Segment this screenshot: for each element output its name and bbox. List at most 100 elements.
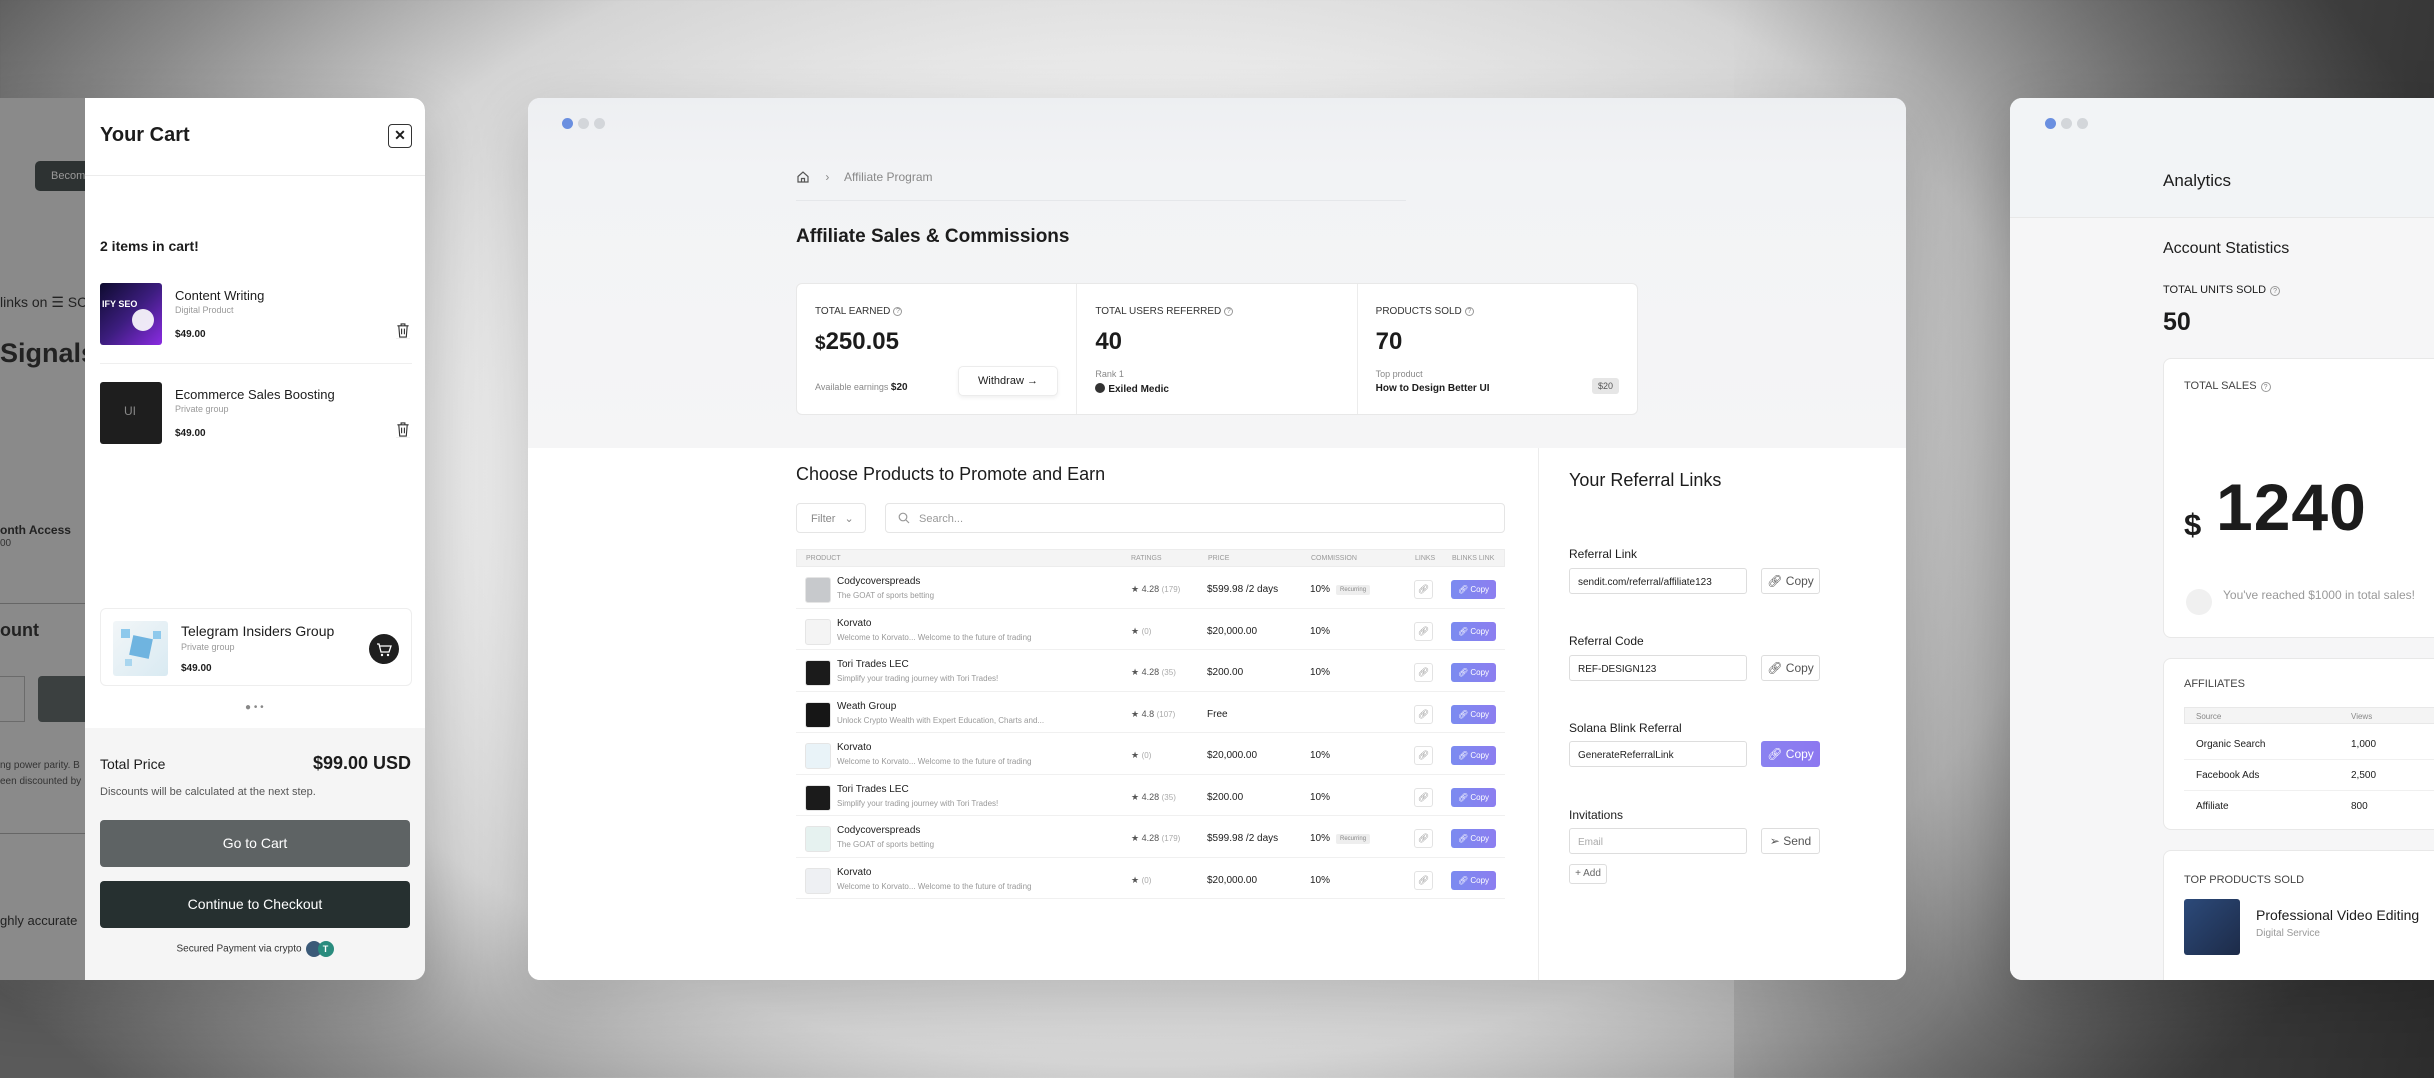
avatar — [1095, 383, 1106, 393]
close-icon[interactable]: ✕ — [388, 124, 412, 148]
product-thumbnail — [805, 701, 831, 728]
table-row[interactable]: Codycoverspreads The GOAT of sports betti… — [796, 567, 1505, 609]
window-controls — [562, 116, 610, 134]
referral-code-field[interactable]: REF-DESIGN123 — [1569, 655, 1747, 681]
link-icon[interactable]: 🔗︎ — [1414, 870, 1433, 890]
copy-link-button[interactable]: 🔗︎ Copy — [1761, 568, 1820, 594]
table-row[interactable]: Codycoverspreads The GOAT of sports betti… — [796, 816, 1505, 858]
cart-item: UI Ecommerce Sales Boosting Private grou… — [100, 382, 412, 446]
copy-blink-button[interactable]: 🔗︎ Copy — [1451, 829, 1496, 848]
link-icon[interactable]: 🔗︎ — [1414, 829, 1433, 848]
copy-blink-button[interactable]: 🔗︎ Copy — [1451, 621, 1496, 641]
window-dot[interactable] — [562, 118, 573, 129]
referral-link-field[interactable]: sendit.com/referral/affiliate123 — [1569, 568, 1747, 594]
link-icon[interactable]: 🔗︎ — [1414, 621, 1433, 641]
link-icon[interactable]: 🔗︎ — [1414, 663, 1433, 682]
product-rating: ★ 4.28 (35) — [1131, 791, 1176, 802]
info-icon[interactable]: ? — [1464, 307, 1474, 316]
page-title: Analytics — [2163, 171, 2232, 190]
table-row[interactable]: Tori Trades LEC Simplify your trading jou… — [796, 775, 1505, 816]
table-row[interactable]: Korvato Welcome to Korvato... Welcome to … — [796, 609, 1505, 650]
page-title: Affiliate Sales & Commissions — [796, 226, 1070, 247]
product-name: Korvato — [837, 742, 872, 753]
info-icon[interactable]: ? — [2260, 382, 2271, 392]
cart-item-price: $49.00 — [175, 329, 206, 340]
section-title: Account Statistics — [2163, 240, 2290, 257]
become-button[interactable]: Become — [35, 161, 85, 191]
copy-blink-button[interactable]: 🔗︎ Copy — [1451, 787, 1496, 807]
analytics-header: Analytics — [2010, 98, 2434, 218]
window-dot[interactable] — [594, 118, 605, 129]
background-button — [38, 676, 85, 722]
copy-blink-button[interactable]: 🔗︎ Copy — [1451, 746, 1496, 765]
copy-code-button[interactable]: 🔗︎ Copy — [1761, 655, 1820, 681]
invitation-email-input[interactable]: Email — [1569, 828, 1747, 854]
product-rating: ★ (0) — [1131, 625, 1152, 636]
background-page: Become links on ☰ SC Signals onth Access… — [0, 98, 85, 980]
info-icon[interactable]: ? — [893, 307, 903, 316]
background-heading: Signals — [0, 338, 85, 368]
send-invite-button[interactable]: ➢ Send — [1761, 828, 1820, 854]
blink-referral-field[interactable]: GenerateReferralLink — [1569, 741, 1747, 767]
table-row[interactable]: Weath Group Unlock Crypto Wealth with Exp… — [796, 692, 1505, 733]
product-thumbnail — [805, 784, 831, 811]
product-description: Simplify your trading journey with Tori … — [837, 674, 999, 683]
add-to-cart-button[interactable] — [369, 634, 399, 664]
product-commission: 10% — [1310, 750, 1331, 761]
product-name: Korvato — [837, 617, 872, 629]
units-sold-value: 50 — [2163, 308, 2191, 336]
copy-blink-button[interactable]: 🔗︎ Copy — [1761, 741, 1820, 767]
add-invite-button[interactable]: + Add — [1569, 864, 1607, 884]
cart-item-name: Content Writing — [175, 288, 265, 303]
total-earned-value: $250.05 — [815, 328, 899, 355]
withdraw-button[interactable]: Withdraw → — [958, 366, 1058, 396]
divider — [100, 363, 412, 364]
home-icon[interactable] — [796, 170, 810, 184]
link-icon[interactable]: 🔗︎ — [1414, 704, 1433, 724]
background-text: links on ☰ SC — [0, 294, 85, 310]
section-title: Your Referral Links — [1569, 470, 1722, 490]
trash-icon[interactable] — [396, 323, 410, 339]
table-row[interactable]: Korvato Welcome to Korvato... Welcome to … — [796, 858, 1505, 899]
product-thumbnail — [805, 826, 831, 852]
product-price: $20,000.00 — [1207, 750, 1258, 761]
link-icon[interactable]: 🔗︎ — [1414, 580, 1433, 599]
info-icon[interactable]: ? — [1224, 307, 1234, 316]
product-name: Tori Trades LEC — [837, 659, 909, 670]
product-description: The GOAT of sports betting — [837, 840, 935, 849]
table-row: Affiliate — [2196, 801, 2229, 812]
copy-blink-button[interactable]: 🔗︎ Copy — [1451, 704, 1496, 724]
window-dot[interactable] — [2061, 118, 2072, 129]
checkout-button[interactable]: Continue to Checkout — [100, 881, 410, 928]
window-dot[interactable] — [2077, 118, 2088, 129]
link-icon[interactable]: 🔗︎ — [1414, 787, 1433, 807]
background-text: 00 — [0, 538, 12, 549]
search-input[interactable]: Search... — [885, 503, 1505, 533]
go-to-cart-button[interactable]: Go to Cart — [100, 820, 410, 867]
trash-icon[interactable] — [396, 422, 410, 438]
product-thumbnail: UI — [100, 382, 162, 444]
product-price: $49.00 — [181, 663, 212, 674]
product-thumbnail — [805, 743, 831, 769]
copy-blink-button[interactable]: 🔗︎ Copy — [1451, 870, 1496, 890]
recommended-product-card[interactable]: Telegram Insiders Group Private group $4… — [100, 608, 412, 686]
product-thumbnail: IFY SEO — [100, 283, 162, 345]
window-dot[interactable] — [2045, 118, 2056, 129]
arrow-right-icon: → — [1026, 375, 1038, 387]
window-dot[interactable] — [578, 118, 589, 129]
copy-blink-button[interactable]: 🔗︎ Copy — [1451, 663, 1496, 682]
product-price: $200.00 — [1207, 791, 1244, 803]
breadcrumb: › Affiliate Program — [796, 170, 933, 184]
stat-total-earned: TOTAL EARNED? $250.05 Available earnings… — [797, 284, 1078, 414]
products-sold-value: 70 — [1375, 328, 1403, 355]
info-icon[interactable]: ? — [2270, 286, 2281, 296]
cart-count: 2 items in cart! — [100, 238, 199, 254]
crypto-icon: T — [317, 941, 334, 957]
link-icon[interactable]: 🔗︎ — [1414, 746, 1433, 765]
copy-blink-button[interactable]: 🔗︎ Copy — [1451, 580, 1496, 599]
filter-dropdown[interactable]: Filter ⌄ — [796, 503, 866, 533]
table-row[interactable]: Korvato Welcome to Korvato... Welcome to … — [796, 733, 1505, 775]
table-row[interactable]: Tori Trades LEC Simplify your trading jou… — [796, 650, 1505, 692]
carousel-dots[interactable]: ● • • — [245, 702, 264, 713]
product-name[interactable]: Professional Video Editing — [2256, 907, 2419, 923]
